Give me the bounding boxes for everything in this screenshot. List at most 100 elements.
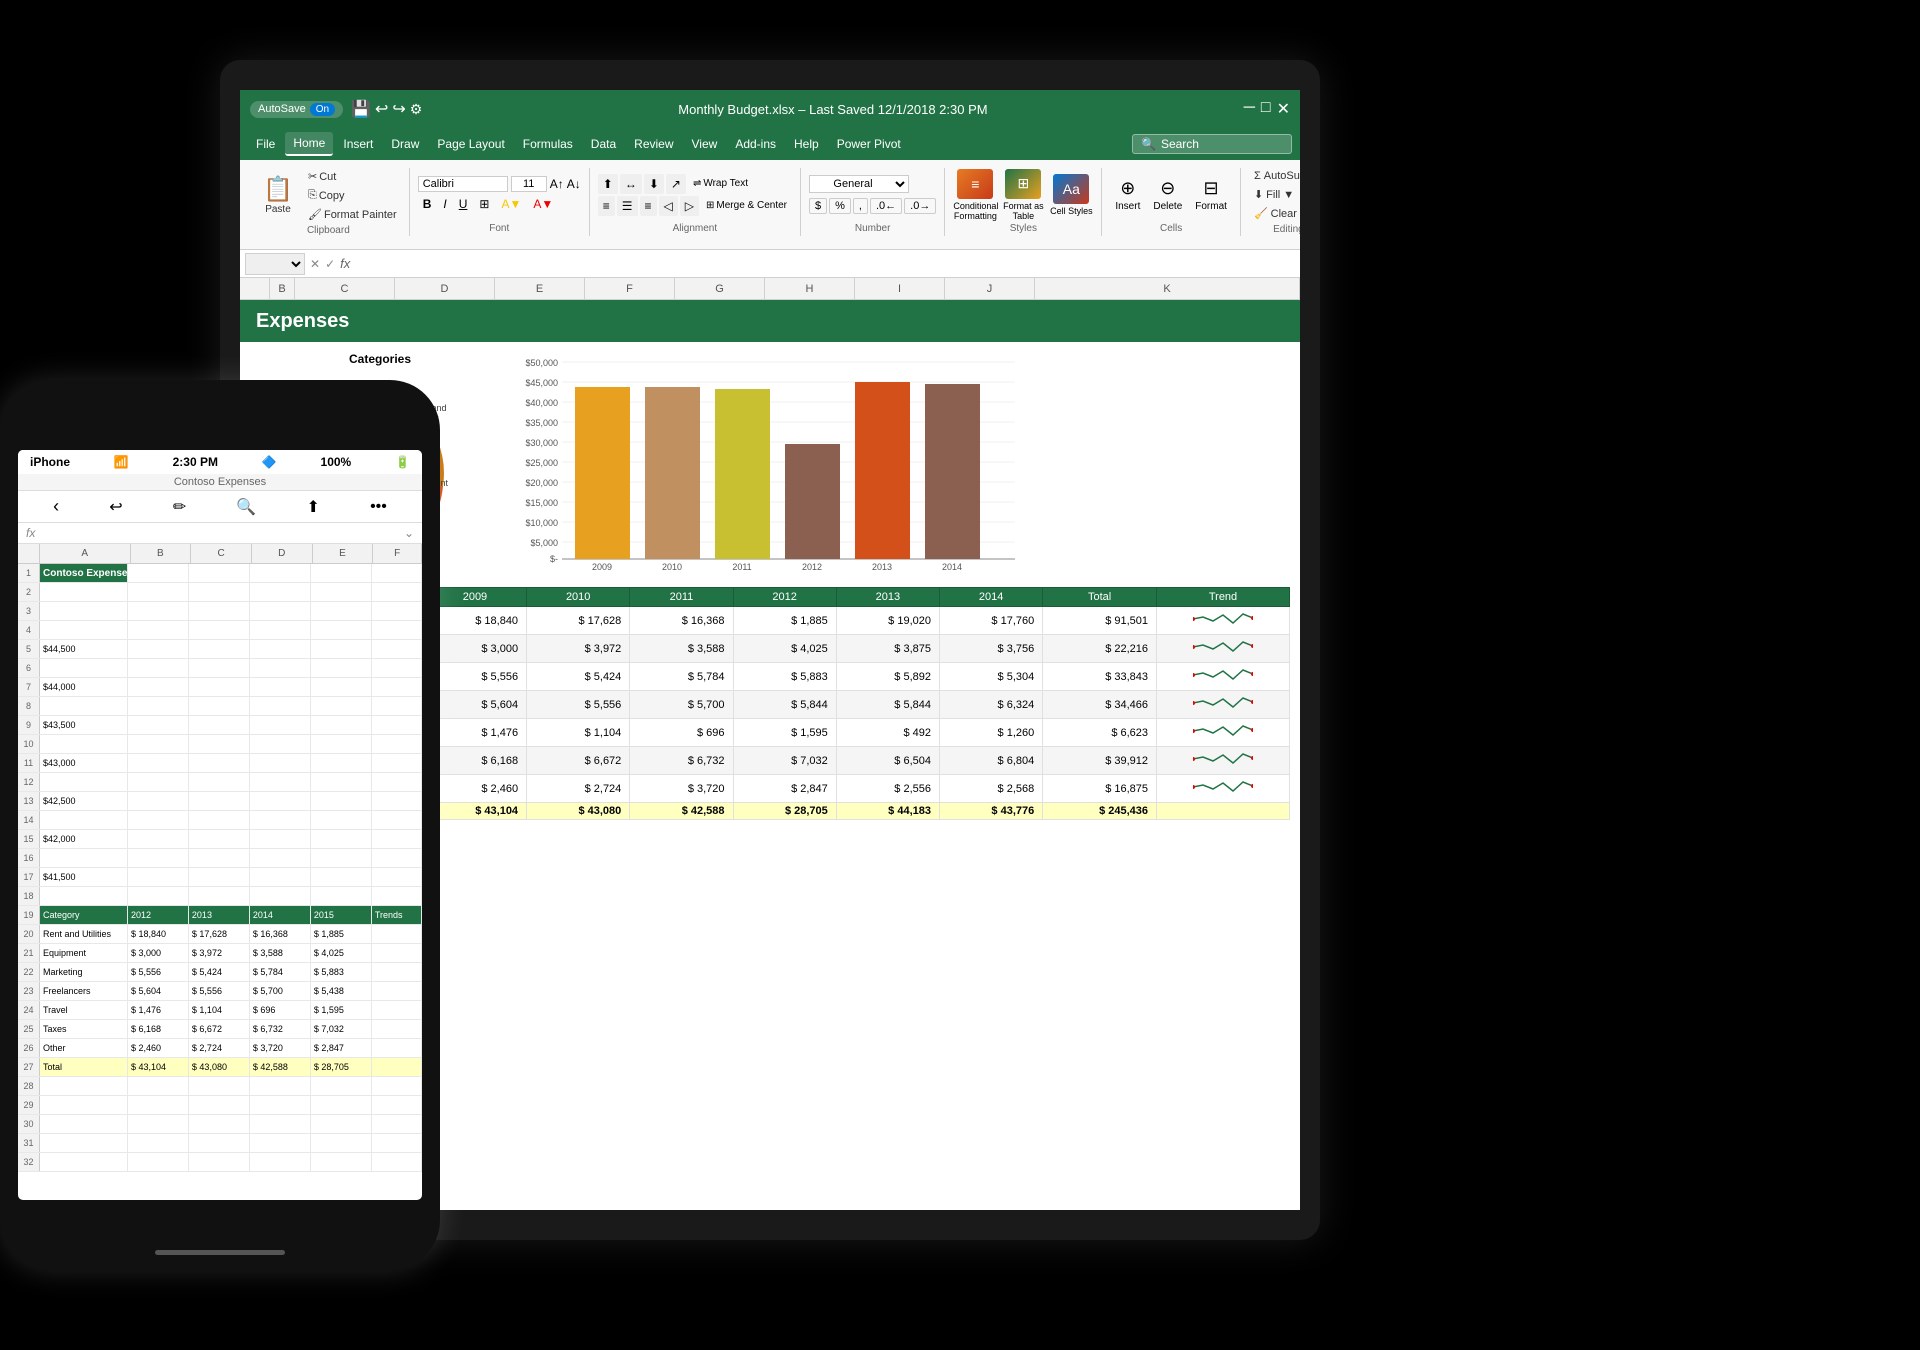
table-cell-2012[interactable]: $ 1,595: [733, 719, 836, 747]
phone-cell[interactable]: [189, 1115, 250, 1133]
phone-cell[interactable]: [189, 640, 250, 658]
phone-cell[interactable]: [189, 830, 250, 848]
phone-cell[interactable]: [372, 1020, 422, 1038]
phone-cell[interactable]: [40, 1134, 128, 1152]
align-bottom-button[interactable]: ⬇: [644, 174, 664, 194]
phone-cell[interactable]: $ 18,840: [128, 925, 189, 943]
phone-cell[interactable]: [372, 830, 422, 848]
col-header-C[interactable]: C: [295, 278, 395, 299]
phone-cell[interactable]: [372, 963, 422, 981]
table-cell-2011[interactable]: $ 696: [630, 719, 733, 747]
col-header-B[interactable]: B: [270, 278, 295, 299]
maximize-icon[interactable]: □: [1261, 99, 1271, 119]
table-cell-2013[interactable]: $ 5,844: [836, 691, 939, 719]
phone-cell[interactable]: [372, 678, 422, 696]
phone-cell[interactable]: [372, 792, 422, 810]
phone-cell[interactable]: [250, 659, 311, 677]
phone-cell[interactable]: [250, 754, 311, 772]
phone-cell[interactable]: [128, 735, 189, 753]
phone-cell[interactable]: [311, 792, 372, 810]
format-as-table-button[interactable]: ⊞ Format as Table: [1001, 169, 1045, 221]
phone-cell[interactable]: [250, 811, 311, 829]
table-cell-total[interactable]: $ 34,466: [1043, 691, 1157, 719]
paste-button[interactable]: 📋 Paste: [256, 168, 300, 223]
decrease-indent-button[interactable]: ◁: [659, 196, 678, 216]
phone-cell[interactable]: [372, 735, 422, 753]
phone-cell[interactable]: [372, 1153, 422, 1171]
phone-cell[interactable]: [128, 1153, 189, 1171]
autosum-button[interactable]: Σ AutoSum ▼: [1249, 168, 1300, 184]
table-cell-2011[interactable]: $ 16,368: [630, 607, 733, 635]
phone-cell[interactable]: $ 3,720: [250, 1039, 311, 1057]
phone-cell[interactable]: [189, 811, 250, 829]
phone-cell[interactable]: [372, 868, 422, 886]
phone-cell[interactable]: [128, 849, 189, 867]
phone-cell[interactable]: [189, 1153, 250, 1171]
phone-cell[interactable]: 2013: [189, 906, 250, 924]
phone-pencil-button[interactable]: ✏: [173, 497, 186, 517]
conditional-formatting-button[interactable]: ≡ Conditional Formatting: [953, 169, 997, 221]
menu-help[interactable]: Help: [786, 133, 827, 155]
phone-cell[interactable]: [189, 602, 250, 620]
phone-cell[interactable]: [372, 1001, 422, 1019]
menu-data[interactable]: Data: [583, 133, 624, 155]
phone-cell[interactable]: [250, 716, 311, 734]
increase-indent-button[interactable]: ▷: [680, 196, 699, 216]
phone-cell[interactable]: $ 696: [250, 1001, 311, 1019]
phone-cell[interactable]: $ 5,784: [250, 963, 311, 981]
col-header-F[interactable]: F: [585, 278, 675, 299]
phone-cell[interactable]: [40, 1096, 128, 1114]
phone-cell[interactable]: [311, 678, 372, 696]
phone-col-hdr-D[interactable]: D: [252, 544, 313, 563]
align-right-button[interactable]: ≡: [640, 196, 657, 216]
phone-cell[interactable]: [128, 564, 189, 582]
table-cell-2012[interactable]: $ 2,847: [733, 775, 836, 803]
table-cell-total[interactable]: $ 22,216: [1043, 635, 1157, 663]
phone-cell[interactable]: [40, 1153, 128, 1171]
phone-cell[interactable]: [250, 773, 311, 791]
phone-cell[interactable]: [372, 583, 422, 601]
table-cell-2011[interactable]: $ 5,700: [630, 691, 733, 719]
phone-cell[interactable]: [311, 583, 372, 601]
table-cell-total[interactable]: $ 16,875: [1043, 775, 1157, 803]
format-button[interactable]: ⊟ Format: [1190, 176, 1232, 214]
col-header-J[interactable]: J: [945, 278, 1035, 299]
table-cell-2014[interactable]: $ 6,804: [940, 747, 1043, 775]
phone-cell[interactable]: Taxes: [40, 1020, 128, 1038]
text-angle-button[interactable]: ↗: [666, 174, 686, 194]
phone-more-button[interactable]: •••: [370, 498, 387, 516]
phone-cell[interactable]: [128, 1077, 189, 1095]
phone-cell[interactable]: $ 2,724: [189, 1039, 250, 1057]
format-painter-button[interactable]: 🖌 Format Painter: [304, 206, 401, 223]
clear-button[interactable]: 🧹 Clear ▼: [1249, 205, 1300, 222]
phone-cell[interactable]: [372, 659, 422, 677]
phone-cell[interactable]: [40, 773, 128, 791]
phone-cell[interactable]: [189, 621, 250, 639]
phone-cell[interactable]: [250, 1134, 311, 1152]
search-box[interactable]: 🔍 Search: [1132, 134, 1292, 154]
phone-cell[interactable]: [250, 697, 311, 715]
percent-button[interactable]: %: [829, 198, 851, 214]
col-header-K[interactable]: K: [1035, 278, 1300, 299]
phone-cell[interactable]: [311, 1077, 372, 1095]
menu-review[interactable]: Review: [626, 133, 681, 155]
align-left-button[interactable]: ≡: [598, 196, 615, 216]
phone-cell[interactable]: Rent and Utilities: [40, 925, 128, 943]
phone-cell[interactable]: [128, 602, 189, 620]
comma-button[interactable]: ,: [853, 198, 868, 214]
phone-cell[interactable]: [372, 640, 422, 658]
phone-cell[interactable]: [128, 868, 189, 886]
phone-cell[interactable]: [189, 659, 250, 677]
table-cell-total[interactable]: $ 6,623: [1043, 719, 1157, 747]
table-cell-2010[interactable]: $ 3,972: [527, 635, 630, 663]
phone-cell[interactable]: [372, 811, 422, 829]
table-cell-2011[interactable]: $ 3,720: [630, 775, 733, 803]
phone-cell[interactable]: $ 5,700: [250, 982, 311, 1000]
table-cell-2010[interactable]: $ 1,104: [527, 719, 630, 747]
phone-cell[interactable]: $ 3,972: [189, 944, 250, 962]
phone-cell[interactable]: [128, 1134, 189, 1152]
menu-file[interactable]: File: [248, 133, 283, 155]
phone-cell[interactable]: $ 43,104: [128, 1058, 189, 1076]
table-cell-total[interactable]: $ 33,843: [1043, 663, 1157, 691]
phone-cell[interactable]: [372, 602, 422, 620]
